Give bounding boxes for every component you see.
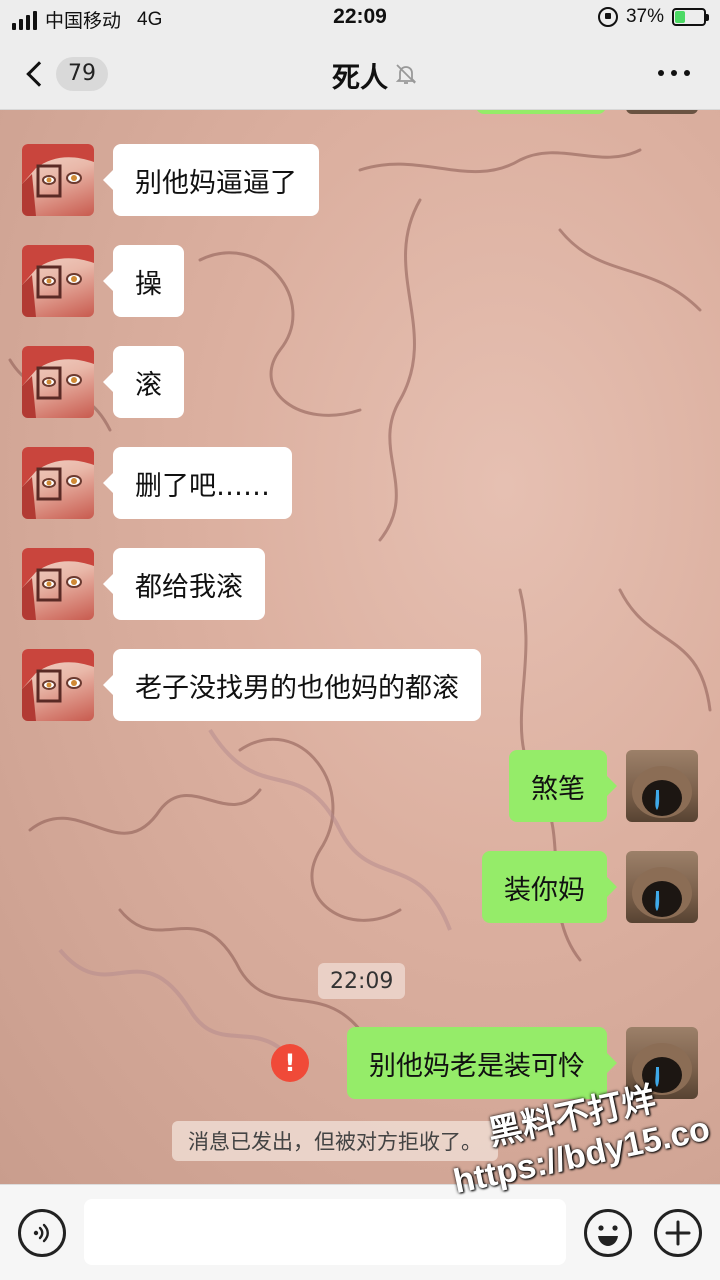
bell-off-icon (395, 64, 417, 84)
plus-icon (665, 1220, 691, 1246)
anime-girl-avatar-image (22, 447, 94, 519)
outgoing-message-bubble[interactable]: 煞笔 (509, 750, 617, 822)
emoji-icon (598, 1225, 618, 1246)
contact-avatar[interactable] (22, 346, 94, 418)
anime-girl-avatar-image (22, 144, 94, 216)
incoming-message-bubble[interactable]: 都给我滚 (103, 548, 265, 620)
crying-capybara-avatar-image (632, 766, 692, 818)
crying-capybara-avatar-image (632, 867, 692, 919)
contact-avatar[interactable] (22, 447, 94, 519)
anime-girl-avatar-image (22, 245, 94, 317)
voice-input-button[interactable] (18, 1209, 66, 1257)
incoming-message-bubble[interactable]: 删了吧…… (103, 447, 292, 519)
more-options-button[interactable] (658, 70, 690, 76)
contact-avatar[interactable] (22, 245, 94, 317)
timestamp-divider: 22:09 (318, 963, 406, 999)
status-right: 37% (597, 6, 709, 28)
send-failed-icon[interactable]: ! (271, 1044, 309, 1082)
anime-girl-avatar-image (22, 649, 94, 721)
battery-level (675, 11, 686, 23)
emoji-button[interactable] (584, 1209, 632, 1257)
contact-avatar[interactable] (22, 144, 94, 216)
battery-icon (672, 8, 709, 26)
message-input[interactable] (84, 1199, 566, 1265)
anime-girl-avatar-image (22, 548, 94, 620)
dot (684, 70, 690, 76)
incoming-message-bubble[interactable]: 操 (103, 245, 184, 317)
more-functions-button[interactable] (654, 1209, 702, 1257)
dot (658, 70, 664, 76)
chat-header: 79 死人 (0, 36, 720, 110)
my-avatar[interactable] (626, 851, 698, 923)
anime-girl-avatar-image (22, 346, 94, 418)
contact-avatar[interactable] (22, 649, 94, 721)
voice-icon (33, 1223, 49, 1243)
dot (671, 70, 677, 76)
outgoing-message-bubble[interactable]: 装你妈 (482, 851, 617, 923)
contact-avatar[interactable] (22, 548, 94, 620)
input-bar (0, 1184, 720, 1280)
my-avatar[interactable] (626, 750, 698, 822)
incoming-message-bubble[interactable]: 滚 (103, 346, 184, 418)
incoming-message-bubble[interactable]: 老子没找男的也他妈的都滚 (103, 649, 481, 721)
rotation-lock-icon (597, 7, 618, 27)
battery-percent: 37% (625, 6, 664, 27)
incoming-message-bubble[interactable]: 别他妈逼逼了 (103, 144, 319, 216)
status-bar: 中国移动 4G 22:09 37% (0, 0, 720, 36)
chat-title: 死人 (331, 61, 388, 94)
